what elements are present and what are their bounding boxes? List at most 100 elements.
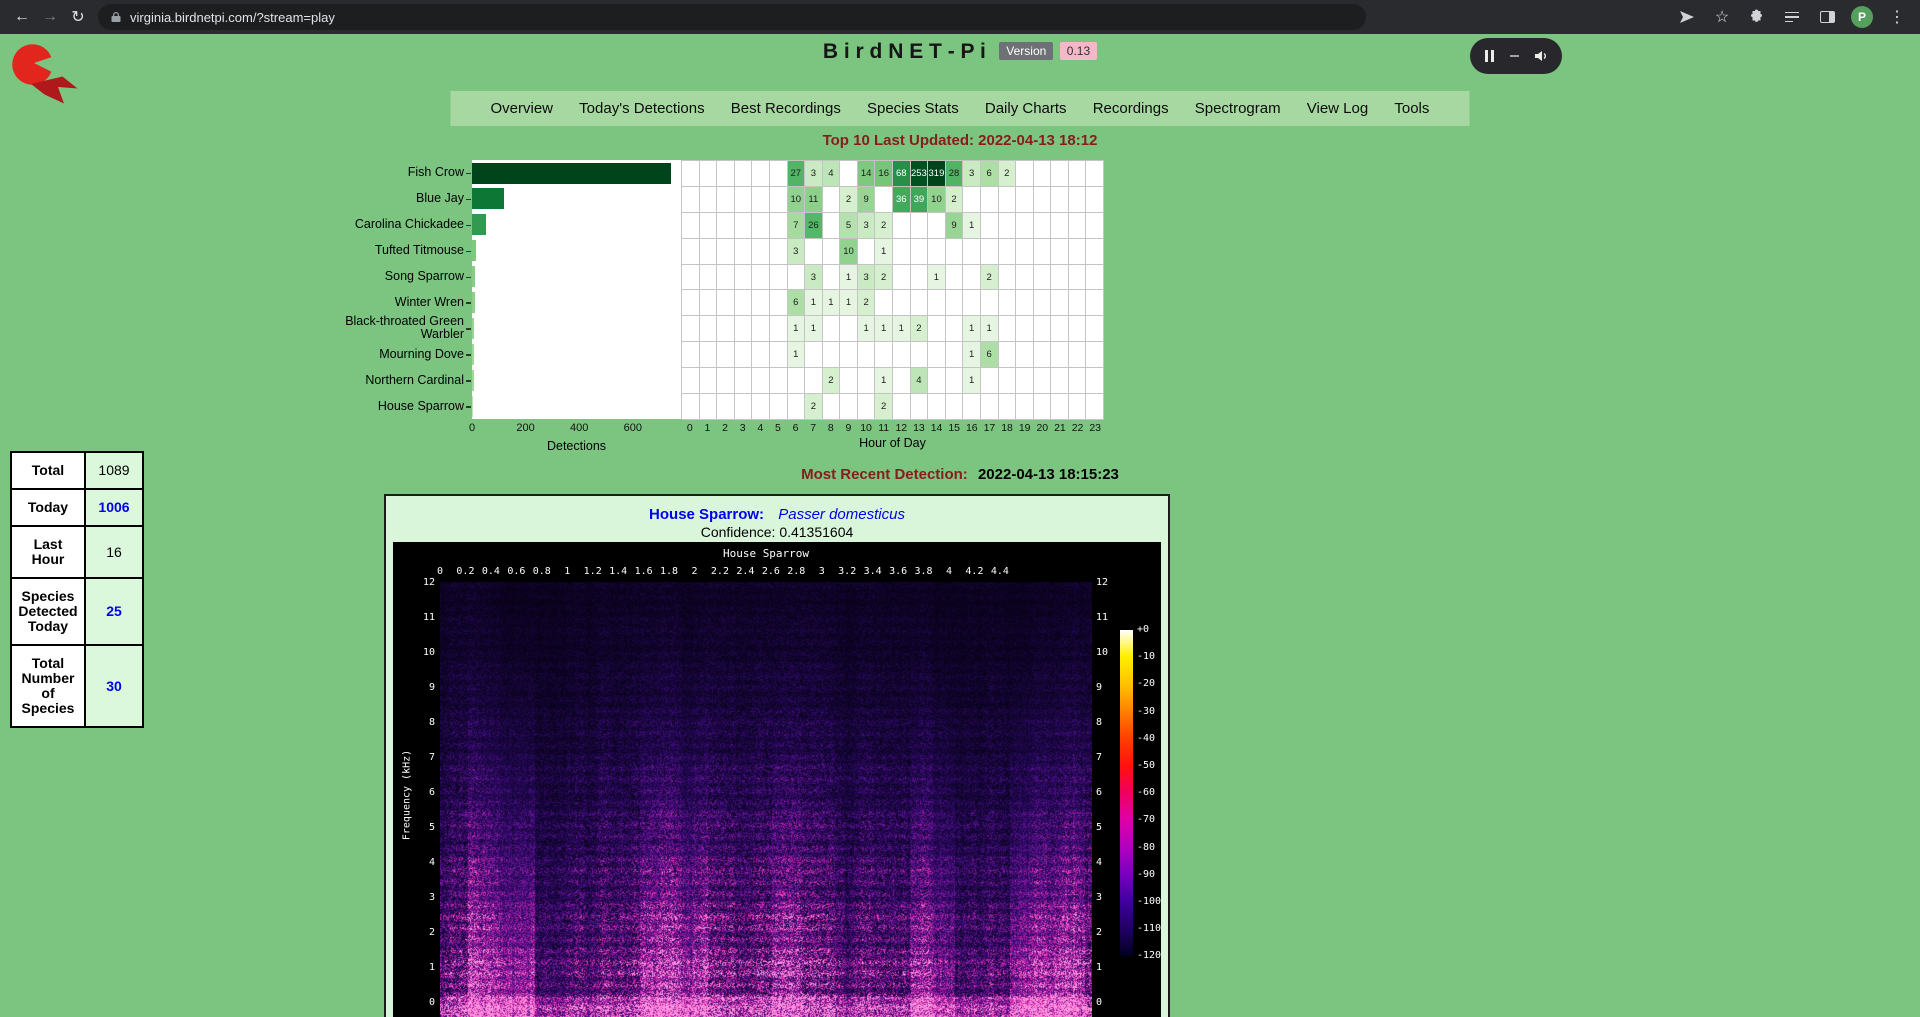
hour-axis-tick: 15 [948, 422, 960, 434]
hour-axis-tick: 12 [895, 422, 907, 434]
spectrogram-y-tick-left: 0 [393, 997, 435, 1008]
heatmap-cell [735, 161, 753, 187]
nav-item-spectrogram[interactable]: Spectrogram [1195, 100, 1281, 117]
heatmap-cell: 1 [840, 265, 858, 291]
hour-axis-tick: 6 [793, 422, 799, 434]
nav-item-view-log[interactable]: View Log [1307, 100, 1368, 117]
heatmap-cell [1086, 213, 1104, 239]
page-title: B i r d N E T - P i [823, 40, 986, 63]
heatmap-cell [1034, 161, 1052, 187]
heatmap-cell [700, 316, 718, 342]
reading-list-icon[interactable] [1781, 6, 1803, 28]
spectrogram-x-tick: 4.2 [965, 566, 983, 577]
heatmap-cell [735, 316, 753, 342]
page-header: B i r d N E T - P i Version 0.13 [0, 40, 1920, 64]
heatmap-cell [911, 290, 929, 316]
spectrogram-x-tick: 3.4 [864, 566, 882, 577]
nav-item-species-stats[interactable]: Species Stats [867, 100, 959, 117]
volume-icon[interactable] [1533, 48, 1549, 64]
spectrogram-y-tick-right: 4 [1096, 857, 1102, 868]
heatmap-cell [981, 290, 999, 316]
spectrogram-y-tick-right: 5 [1096, 822, 1102, 833]
nav-item-today-s-detections[interactable]: Today's Detections [579, 100, 704, 117]
spectrogram-y-tick-right: 10 [1096, 647, 1108, 658]
heatmap-cell [735, 394, 753, 420]
stat-value[interactable]: 1006 [85, 489, 143, 526]
heatmap-cell [981, 213, 999, 239]
heatmap-cell [893, 394, 911, 420]
pause-button[interactable] [1483, 50, 1495, 62]
nav-item-daily-charts[interactable]: Daily Charts [985, 100, 1067, 117]
species-label: Blue Jay [338, 186, 464, 212]
colorbar-tick: -80 [1137, 842, 1155, 853]
extensions-puzzle-button[interactable] [1746, 6, 1768, 28]
detection-count-bar [472, 266, 475, 287]
heatmap-cell [928, 342, 946, 368]
nav-item-recordings[interactable]: Recordings [1093, 100, 1169, 117]
menu-kebab-button[interactable]: ⋮ [1886, 6, 1908, 28]
detection-scientific-name[interactable]: Passer domesticus [778, 506, 905, 523]
bookmark-star-button[interactable]: ☆ [1711, 6, 1733, 28]
heatmap-cell [682, 161, 700, 187]
heatmap-cell: 1 [893, 316, 911, 342]
heatmap-cell [946, 265, 964, 291]
heatmap-cell [858, 239, 876, 265]
heatmap-cell [1016, 394, 1034, 420]
heatmap-cell [700, 213, 718, 239]
detection-count-bar [472, 318, 474, 339]
spectrogram-x-tick: 1.8 [660, 566, 678, 577]
heatmap-cell: 2 [999, 161, 1017, 187]
spectrogram-colorbar [1120, 630, 1133, 956]
side-panel-button[interactable] [1816, 6, 1838, 28]
spectrogram-canvas [440, 582, 1092, 1017]
heatmap-cell [1034, 213, 1052, 239]
heatmap-cell [999, 342, 1017, 368]
species-label: Song Sparrow [338, 264, 464, 290]
heatmap-cell [805, 342, 823, 368]
heatmap-cell: 10 [788, 187, 806, 213]
stat-value[interactable]: 30 [85, 645, 143, 727]
heatmap-cell [911, 239, 929, 265]
back-button[interactable]: ← [8, 3, 36, 31]
colorbar-tick: -110 [1137, 923, 1161, 934]
stat-value[interactable]: 25 [85, 578, 143, 645]
heatmap-cell [752, 394, 770, 420]
spectrogram-y-tick-left: 7 [393, 752, 435, 763]
table-row: Species Detected Today25 [11, 578, 143, 645]
heatmap-cell: 1 [788, 316, 806, 342]
heatmap-cell [1086, 187, 1104, 213]
spectrogram-x-tick: 3 [819, 566, 825, 577]
spectrogram-y-tick-left: 3 [393, 892, 435, 903]
detection-species-link[interactable]: House Sparrow: [649, 506, 764, 523]
spectrogram-x-tick: 3.2 [838, 566, 856, 577]
heatmap-cell [735, 239, 753, 265]
axis-tick [466, 380, 471, 382]
heatmap-cell [858, 342, 876, 368]
stat-label: Total Number of Species [11, 645, 85, 727]
reload-button[interactable]: ↻ [64, 3, 92, 31]
spectrogram-y-tick-left: 1 [393, 962, 435, 973]
recent-detection-value: 2022-04-13 18:15:23 [978, 466, 1119, 483]
heatmap-cell: 2 [875, 213, 893, 239]
heatmap-cell: 10 [840, 239, 858, 265]
spectrogram-y-tick-right: 2 [1096, 927, 1102, 938]
axis-tick [466, 302, 471, 304]
heatmap-cell [963, 265, 981, 291]
spectrogram-x-tick: 0.4 [482, 566, 500, 577]
hourly-heatmap: 2734141668253319283621011293639102726532… [681, 160, 1104, 419]
spectrogram-y-tick-right: 12 [1096, 577, 1108, 588]
address-bar[interactable]: virginia.birdnetpi.com/?stream=play [98, 4, 1366, 30]
send-icon[interactable] [1676, 6, 1698, 28]
heatmap-cell [999, 213, 1017, 239]
audio-player[interactable] [1470, 38, 1562, 74]
heatmap-cell [823, 239, 841, 265]
nav-item-best-recordings[interactable]: Best Recordings [731, 100, 841, 117]
heatmap-cell: 3 [858, 213, 876, 239]
profile-avatar[interactable]: P [1851, 6, 1873, 28]
heatmap-cell [700, 290, 718, 316]
heatmap-cell: 7 [788, 213, 806, 239]
forward-button[interactable]: → [36, 3, 64, 31]
nav-item-overview[interactable]: Overview [491, 100, 554, 117]
version-label-badge: Version [999, 42, 1053, 60]
nav-item-tools[interactable]: Tools [1394, 100, 1429, 117]
